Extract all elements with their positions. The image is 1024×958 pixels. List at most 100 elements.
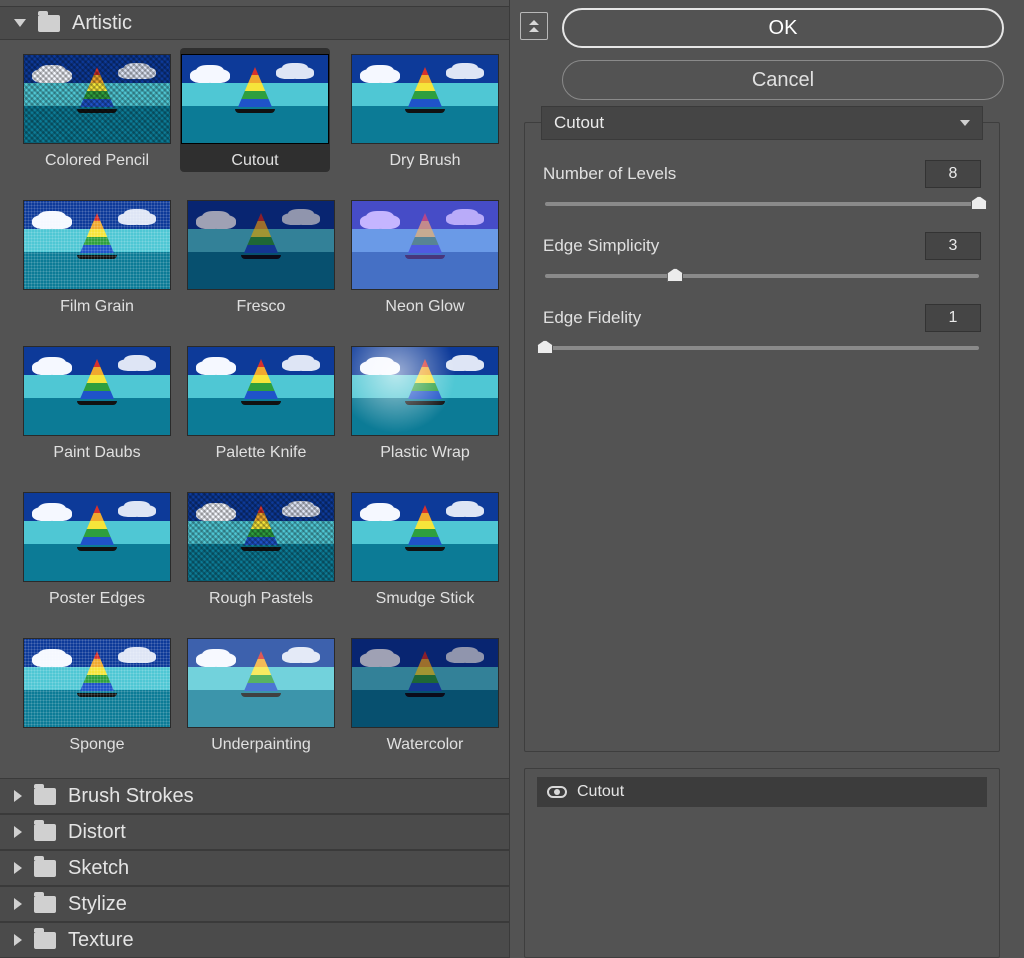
category-label: Sketch [68, 857, 129, 880]
filter-thumb-label: Colored Pencil [45, 152, 149, 170]
filter-thumb-colored-pencil[interactable]: Colored Pencil [22, 54, 172, 170]
filter-preview-image [187, 492, 335, 582]
param-value-input[interactable]: 1 [925, 304, 981, 332]
folder-icon [34, 824, 56, 841]
ok-button[interactable]: OK [562, 8, 1004, 48]
param-slider[interactable] [545, 202, 979, 206]
folder-icon [34, 788, 56, 805]
filter-preview-image [23, 54, 171, 144]
category-header-artistic[interactable]: Artistic [0, 6, 509, 40]
cancel-button[interactable]: Cancel [562, 60, 1004, 100]
category-header-sketch[interactable]: Sketch [0, 850, 509, 886]
filter-thumb-label: Palette Knife [216, 444, 307, 462]
filter-thumb-cutout[interactable]: Cutout [180, 48, 330, 172]
filter-thumbnail-grid: Colored Pencil Cutout Dry Brush Film Grain F… [0, 40, 509, 778]
category-label: Artistic [72, 12, 132, 35]
selected-filter-label: Cutout [554, 113, 604, 133]
chevron-up-icon [529, 27, 539, 32]
filter-thumb-label: Plastic Wrap [380, 444, 470, 462]
filter-thumb-rough-pastels[interactable]: Rough Pastels [186, 492, 336, 608]
param-label: Number of Levels [543, 164, 676, 184]
filter-select-dropdown[interactable]: Cutout [541, 106, 983, 140]
folder-icon [34, 860, 56, 877]
filter-preview-image [181, 54, 329, 144]
filter-thumb-label: Paint Daubs [53, 444, 140, 462]
visibility-eye-icon[interactable] [547, 786, 567, 798]
filter-thumb-film-grain[interactable]: Film Grain [22, 200, 172, 316]
filter-thumb-label: Underpainting [211, 736, 311, 754]
applied-filter-row[interactable]: Cutout [537, 777, 987, 807]
chevron-down-icon [960, 120, 970, 126]
filter-preview-image [23, 492, 171, 582]
folder-icon [34, 932, 56, 949]
param-value-input[interactable]: 3 [925, 232, 981, 260]
filter-thumb-label: Poster Edges [49, 590, 145, 608]
param-edge-simplicity: Edge Simplicity 3 [543, 232, 981, 278]
filter-preview-image [351, 492, 499, 582]
disclosure-triangle-icon [14, 790, 22, 802]
param-label: Edge Simplicity [543, 236, 659, 256]
category-header-texture[interactable]: Texture [0, 922, 509, 958]
category-label: Texture [68, 929, 134, 952]
param-slider[interactable] [545, 274, 979, 278]
filter-thumb-dry-brush[interactable]: Dry Brush [350, 54, 500, 170]
filter-thumb-label: Fresco [237, 298, 286, 316]
disclosure-triangle-icon [14, 898, 22, 910]
param-label: Edge Fidelity [543, 308, 641, 328]
slider-thumb-icon[interactable] [537, 340, 553, 354]
slider-thumb-icon[interactable] [971, 196, 987, 210]
button-label: OK [769, 17, 798, 40]
category-label: Brush Strokes [68, 785, 194, 808]
slider-thumb-icon[interactable] [667, 268, 683, 282]
filter-thumb-label: Watercolor [387, 736, 464, 754]
filter-preview-image [187, 200, 335, 290]
filter-thumb-label: Cutout [231, 152, 278, 170]
dialog-buttons-row: OK Cancel [520, 8, 1004, 100]
filter-preview-image [23, 346, 171, 436]
filter-thumb-neon-glow[interactable]: Neon Glow [350, 200, 500, 316]
param-value-input[interactable]: 8 [925, 160, 981, 188]
filter-thumb-label: Smudge Stick [376, 590, 475, 608]
filter-preview-image [351, 200, 499, 290]
folder-icon [34, 896, 56, 913]
filter-settings-panel: OK Cancel Cutout Number of Levels 8 Edge S… [510, 0, 1024, 958]
filter-preview-image [187, 346, 335, 436]
filter-thumb-underpainting[interactable]: Underpainting [186, 638, 336, 754]
filter-thumb-label: Rough Pastels [209, 590, 313, 608]
filter-parameters-group: Cutout Number of Levels8Edge Simplicity3… [524, 122, 1000, 752]
category-label: Stylize [68, 893, 127, 916]
filter-thumb-label: Dry Brush [389, 152, 460, 170]
filter-thumb-label: Neon Glow [385, 298, 464, 316]
filter-thumb-plastic-wrap[interactable]: Plastic Wrap [350, 346, 500, 462]
filter-thumb-sponge[interactable]: Sponge [22, 638, 172, 754]
filter-preview-image [351, 638, 499, 728]
filter-preview-image [23, 638, 171, 728]
filter-thumb-label: Sponge [69, 736, 124, 754]
filter-thumb-poster-edges[interactable]: Poster Edges [22, 492, 172, 608]
filter-thumb-paint-daubs[interactable]: Paint Daubs [22, 346, 172, 462]
filter-thumb-label: Film Grain [60, 298, 134, 316]
category-header-stylize[interactable]: Stylize [0, 886, 509, 922]
param-number-of-levels: Number of Levels 8 [543, 160, 981, 206]
disclosure-triangle-icon [14, 826, 22, 838]
category-header-distort[interactable]: Distort [0, 814, 509, 850]
button-label: Cancel [752, 69, 814, 92]
filter-thumb-palette-knife[interactable]: Palette Knife [186, 346, 336, 462]
filter-preview-image [23, 200, 171, 290]
applied-filter-label: Cutout [577, 783, 624, 801]
chevron-up-icon [529, 20, 539, 25]
filter-thumb-watercolor[interactable]: Watercolor [350, 638, 500, 754]
param-slider[interactable] [545, 346, 979, 350]
filter-thumb-smudge-stick[interactable]: Smudge Stick [350, 492, 500, 608]
filter-thumb-fresco[interactable]: Fresco [186, 200, 336, 316]
collapse-panel-button[interactable] [520, 12, 548, 40]
filter-preview-image [187, 638, 335, 728]
disclosure-triangle-icon [14, 934, 22, 946]
disclosure-triangle-icon [14, 862, 22, 874]
folder-icon [38, 15, 60, 32]
applied-filters-panel: Cutout [524, 768, 1000, 958]
filter-preview-image [351, 54, 499, 144]
category-header-brush-strokes[interactable]: Brush Strokes [0, 778, 509, 814]
category-label: Distort [68, 821, 126, 844]
param-edge-fidelity: Edge Fidelity 1 [543, 304, 981, 350]
